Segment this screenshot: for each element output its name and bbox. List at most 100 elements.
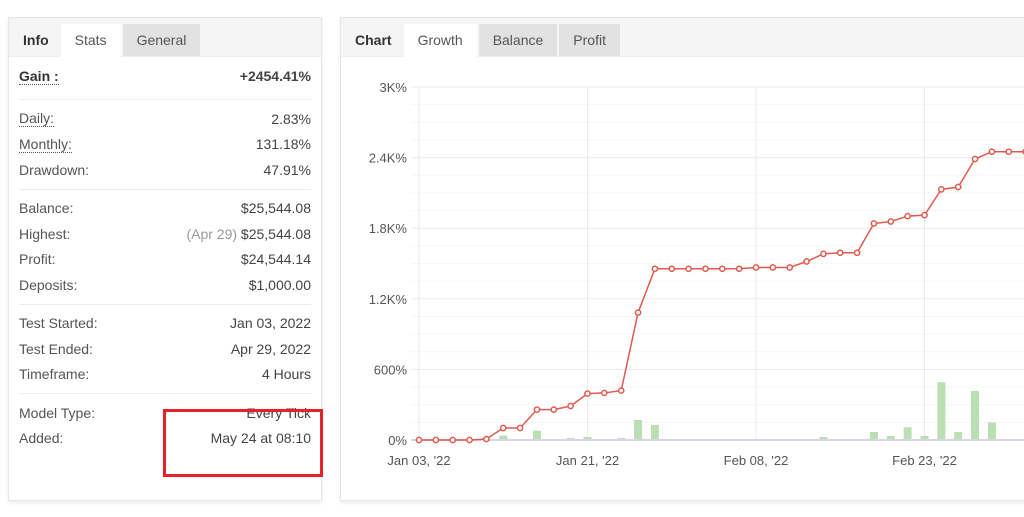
tab-chart[interactable]: Chart xyxy=(345,24,402,56)
gain-value: +2454.41% xyxy=(239,68,311,84)
growth-point xyxy=(718,265,726,273)
growth-point xyxy=(887,218,895,225)
growth-point xyxy=(466,436,473,444)
stat-row: Deposits: $1,000.00 xyxy=(9,272,321,298)
stat-value: Apr 29, 2022 xyxy=(230,340,311,357)
y-tick-label: 1.8K% xyxy=(369,221,408,236)
stat-label: Drawdown: xyxy=(19,161,90,178)
tab-info[interactable]: Info xyxy=(13,24,59,56)
tab-balance[interactable]: Balance xyxy=(478,24,558,56)
stat-value-wrap: (Apr 29) $25,544.08 xyxy=(186,226,311,242)
stat-value-wrap: 4 Hours xyxy=(262,366,311,382)
profit-bar xyxy=(903,427,912,440)
stat-row: Test Ended: Apr 29, 2022 xyxy=(9,336,321,362)
stat-label: Timeframe: xyxy=(19,366,90,383)
profit-bar xyxy=(971,390,980,440)
stat-label: Balance: xyxy=(19,200,74,217)
stat-label: Profit: xyxy=(19,251,56,268)
stat-label: Test Ended: xyxy=(19,340,93,357)
y-tick-label: 2.4K% xyxy=(369,151,408,166)
growth-point xyxy=(752,264,760,271)
profit-bar xyxy=(869,431,878,440)
gain-label: Gain : xyxy=(19,67,59,85)
stat-value: $25,544.08 xyxy=(240,225,311,242)
stat-value-wrap: $24,544.14 xyxy=(241,251,311,267)
growth-point xyxy=(415,436,423,444)
stat-value: $24,544.14 xyxy=(240,251,311,268)
stat-label: Highest: xyxy=(19,225,71,242)
stat-value: 4 Hours xyxy=(261,366,311,383)
growth-point xyxy=(769,264,777,271)
stat-row: Test Started: Jan 03, 2022 xyxy=(9,311,321,337)
stat-value-wrap: 2.83% xyxy=(271,111,311,127)
growth-point xyxy=(836,249,844,257)
growth-point xyxy=(634,309,642,316)
profit-bar xyxy=(937,382,946,440)
growth-point xyxy=(904,212,912,220)
x-tick-label: Feb 23, '22 xyxy=(892,453,957,468)
stat-row: Profit: $24,544.14 xyxy=(9,247,321,273)
growth-point xyxy=(516,424,524,432)
chart-tabs: Chart Growth Balance Profit xyxy=(341,18,1024,57)
growth-point xyxy=(499,424,507,432)
tab-profit[interactable]: Profit xyxy=(559,24,620,56)
chart-panel: Chart Growth Balance Profit Jan 03, '22 J… xyxy=(340,17,1024,501)
growth-point xyxy=(803,258,810,265)
y-tick-label: 3K% xyxy=(380,80,408,95)
stat-value-wrap: 131.18% xyxy=(256,136,311,152)
growth-point xyxy=(1005,148,1013,156)
growth-point xyxy=(820,250,827,258)
growth-point xyxy=(735,265,743,273)
growth-point xyxy=(786,264,794,271)
stat-value-wrap: 47.91% xyxy=(264,162,311,178)
growth-point xyxy=(853,249,861,257)
y-tick-label: 600% xyxy=(374,362,408,377)
growth-point xyxy=(533,406,541,413)
profit-bar xyxy=(650,424,659,440)
tab-general[interactable]: General xyxy=(122,24,201,56)
growth-point xyxy=(617,387,625,394)
tab-stats[interactable]: Stats xyxy=(60,24,121,57)
profit-bar xyxy=(954,431,963,440)
stat-value: 47.91% xyxy=(263,161,311,178)
growth-point xyxy=(449,436,457,444)
stat-row: Drawdown: 47.91% xyxy=(9,157,321,183)
growth-point xyxy=(567,402,574,410)
x-tick-label: Feb 08, '22 xyxy=(724,453,789,468)
x-tick-label: Jan 21, '22 xyxy=(556,453,619,468)
growth-point xyxy=(988,148,996,156)
stat-row: Daily: 2.83% xyxy=(9,106,321,132)
growth-point xyxy=(432,436,440,444)
stats-tabs: Info Stats General xyxy=(9,18,321,57)
profit-bar xyxy=(634,419,643,440)
stat-row: Monthly: 131.18% xyxy=(9,132,321,158)
growth-point xyxy=(685,265,692,273)
growth-point xyxy=(550,406,558,413)
growth-point xyxy=(601,389,608,397)
growth-point xyxy=(651,265,659,273)
stat-label: Deposits: xyxy=(19,276,78,293)
stat-note: (Apr 29) xyxy=(186,225,238,242)
divider xyxy=(19,99,311,100)
profit-bar xyxy=(987,422,996,440)
highlight-box xyxy=(163,409,323,477)
growth-point xyxy=(584,390,591,397)
growth-line xyxy=(419,150,1024,441)
divider xyxy=(19,303,311,305)
stat-value-wrap: Apr 29, 2022 xyxy=(231,341,311,357)
stat-label: Daily: xyxy=(19,110,55,128)
stat-label: Added: xyxy=(19,430,64,447)
stat-value: $25,544.08 xyxy=(240,200,311,217)
stat-value: Jan 03, 2022 xyxy=(230,315,311,332)
stat-label: Test Started: xyxy=(19,315,98,332)
stat-label: Monthly: xyxy=(19,135,72,153)
stat-row: Balance: $25,544.08 xyxy=(9,196,321,222)
stat-row: Highest: (Apr 29) $25,544.08 xyxy=(9,221,321,247)
stat-value-wrap: Jan 03, 2022 xyxy=(230,315,311,331)
growth-point xyxy=(971,155,979,163)
growth-chart: Jan 03, '22 Jan 21, '22 Feb 08, '22 Feb 23,… xyxy=(369,80,1024,468)
tab-growth[interactable]: Growth xyxy=(403,24,477,57)
stat-value-wrap: $1,000.00 xyxy=(249,277,311,293)
y-tick-label: 1.2K% xyxy=(369,292,408,307)
stat-value: 2.83% xyxy=(271,110,311,127)
